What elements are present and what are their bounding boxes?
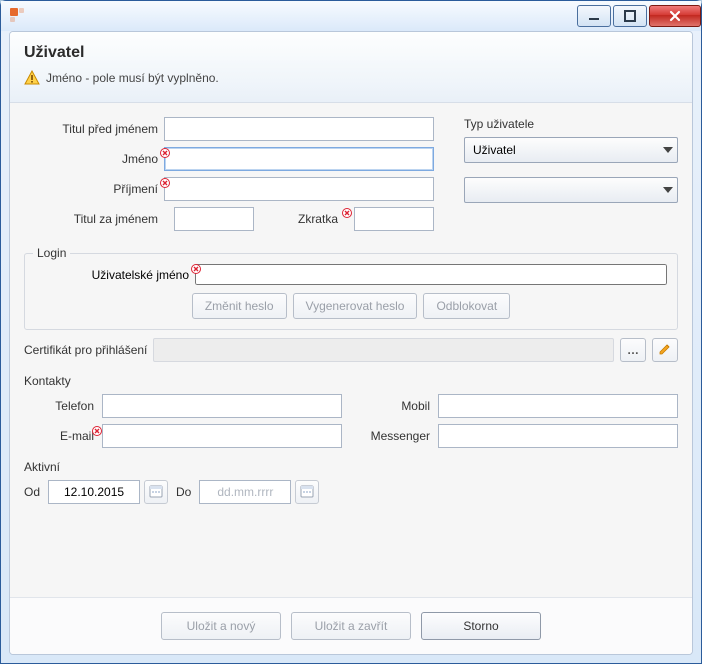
titlebar [1,1,701,31]
label-last-name: Příjmení [24,182,164,196]
required-icon [160,178,170,188]
secondary-select[interactable] [464,177,678,203]
cancel-button[interactable]: Storno [421,612,541,640]
active-legend: Aktivní [24,460,678,474]
warning-icon [24,70,40,86]
chevron-down-icon [663,147,673,153]
window: Uživatel Jméno - pole musí být vyplněno. [0,0,702,664]
required-icon [191,264,201,274]
label-first-name: Jméno [24,152,164,166]
validation-message: Jméno - pole musí být vyplněno. [24,70,678,86]
form-body: Titul před jménem Jméno [10,103,692,597]
cert-display [153,338,614,362]
maximize-button[interactable] [613,5,647,27]
required-icon [92,425,102,439]
title-after-input[interactable] [174,207,254,231]
unlock-button[interactable]: Odblokovat [423,293,510,319]
label-mobile: Mobil [350,399,430,413]
label-username: Uživatelské jméno [35,268,195,282]
chevron-down-icon [663,187,673,193]
label-to: Do [176,485,191,499]
active-from-input[interactable] [48,480,140,504]
minimize-button[interactable] [577,5,611,27]
username-input[interactable] [195,264,667,285]
mobile-input[interactable] [438,394,678,418]
ellipsis-icon: … [627,343,639,357]
label-user-type: Typ uživatele [464,117,678,131]
active-group: Aktivní Od Do [24,460,678,504]
label-phone: Telefon [24,399,94,413]
page-title: Uživatel [24,44,678,62]
calendar-to-button[interactable] [295,480,319,504]
generate-password-button[interactable]: Vygenerovat heslo [293,293,418,319]
last-name-input[interactable] [164,177,434,201]
close-button[interactable] [649,5,701,27]
validation-text: Jméno - pole musí být vyplněno. [46,71,219,85]
pencil-icon [658,342,672,359]
required-icon [342,208,352,218]
phone-input[interactable] [102,394,342,418]
form-header: Uživatel Jméno - pole musí být vyplněno. [10,32,692,103]
save-and-close-button[interactable]: Uložit a zavřít [291,612,411,640]
required-icon [160,148,170,158]
change-password-button[interactable]: Změnit heslo [192,293,287,319]
label-abbrev: Zkratka [298,212,344,226]
email-input[interactable] [102,424,342,448]
label-email: E-mail [24,429,94,443]
login-legend: Login [33,246,70,260]
cert-edit-button[interactable] [652,338,678,362]
label-cert: Certifikát pro přihlášení [24,343,147,357]
title-before-input[interactable] [164,117,434,141]
login-group: Login Uživatelské jméno Změnit heslo Vyg… [24,253,678,330]
save-and-new-button[interactable]: Uložit a nový [161,612,281,640]
label-from: Od [24,485,40,499]
calendar-from-button[interactable] [144,480,168,504]
label-title-before: Titul před jménem [24,122,164,136]
messenger-input[interactable] [438,424,678,448]
label-title-after: Titul za jménem [24,212,164,226]
label-messenger: Messenger [350,429,430,443]
footer: Uložit a nový Uložit a zavřít Storno [10,597,692,654]
contacts-group: Kontakty Telefon Mobil E-mail Messenger [24,374,678,448]
client-area: Uživatel Jméno - pole musí být vyplněno. [9,31,693,655]
active-to-input[interactable] [199,480,291,504]
contacts-legend: Kontakty [24,374,678,388]
calendar-icon [300,484,314,501]
cert-browse-button[interactable]: … [620,338,646,362]
user-type-selected: Uživatel [473,143,516,157]
calendar-icon [149,484,163,501]
abbrev-input[interactable] [354,207,434,231]
user-type-select[interactable]: Uživatel [464,137,678,163]
first-name-input[interactable] [164,147,434,171]
app-icon [9,7,27,25]
